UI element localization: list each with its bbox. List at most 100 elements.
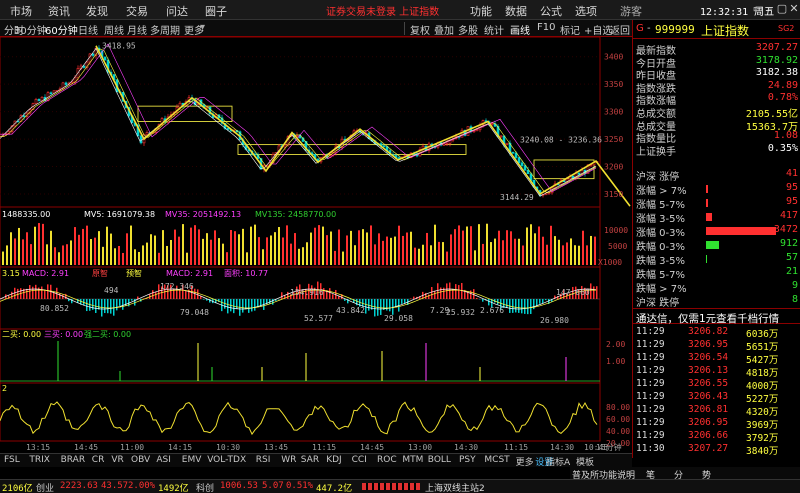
tick-price: 3206.95 [688, 339, 729, 350]
indicator-tab[interactable]: OBV [131, 455, 150, 465]
tab-monthly[interactable]: 月线 [127, 22, 147, 37]
breadth-row[interactable]: 跌幅 > 7% 9 [636, 280, 798, 295]
indicator-tab[interactable]: CCI [352, 455, 367, 465]
indicator-tab[interactable]: CR [92, 455, 105, 465]
volume-bar [546, 244, 548, 265]
breadth-row[interactable]: 跌幅 0-3% 912 [636, 238, 798, 253]
indicator-tab[interactable]: FSL [4, 455, 20, 465]
indicator-tab[interactable]: MTM [402, 455, 423, 465]
breadth-value: 3472 [773, 224, 798, 235]
breadth-row[interactable]: 涨幅 3-5% 417 [636, 210, 798, 225]
time-axis-label: 13:00 [408, 443, 432, 452]
indicator-tab[interactable]: RSI [256, 455, 271, 465]
back-button[interactable]: 返回 [610, 22, 630, 37]
candle-body [544, 193, 548, 196]
price-axis-label: 3150 [604, 190, 623, 199]
window-close-icon[interactable]: ✕ [788, 2, 800, 16]
menu-discover[interactable]: 发现 [86, 3, 108, 19]
adjust-button[interactable]: 复权 [410, 22, 430, 37]
status-amount-1: 2106亿 [2, 484, 33, 493]
volume-bar [470, 226, 472, 265]
tab-daily[interactable]: 日线 [78, 22, 98, 37]
tab-60min[interactable]: 60分钟 [45, 22, 78, 37]
mark-button[interactable]: 标记 [560, 22, 580, 37]
breadth-row[interactable]: 沪深 跌停 8 [636, 294, 798, 309]
menu-circle[interactable]: 圈子 [205, 3, 227, 19]
indicator-tab[interactable]: VOL-TDX [207, 455, 246, 465]
breadth-row[interactable]: 跌幅 5-7% 21 [636, 266, 798, 281]
breadth-value: 95 [785, 196, 798, 207]
indicator-tab[interactable]: EMV [182, 455, 202, 465]
candle-body [517, 157, 521, 164]
price-axis-label: 3300 [604, 108, 623, 117]
indicator-tab[interactable]: MCST [484, 455, 509, 465]
time-axis-label: 10:30 [216, 443, 240, 452]
breadth-bar [706, 241, 719, 249]
macd-bar [527, 299, 529, 315]
menu-function[interactable]: 功能 [470, 3, 492, 19]
indicator-tab[interactable]: 更多 [516, 455, 534, 468]
breadth-row[interactable]: 沪深 涨停 41 [636, 168, 798, 183]
overlay-button[interactable]: 叠加 [434, 22, 454, 37]
breadth-row[interactable]: 涨幅 5-7% 95 [636, 196, 798, 211]
macd-bar [62, 294, 64, 299]
indicator-tab[interactable]: WR [281, 455, 296, 465]
draw-line-button[interactable]: 画线 [510, 22, 530, 37]
volume-bar [566, 242, 568, 265]
more-chevron-icon[interactable]: ▾ [200, 22, 205, 33]
indicator-tab[interactable]: ROC [377, 455, 397, 465]
promo-text[interactable]: 通达信，仅需1元查看千档行情 [636, 311, 779, 326]
server-name[interactable]: 上海双线主站2 [425, 481, 485, 493]
indicator-a-tab[interactable]: 指标A [546, 455, 570, 468]
menu-options[interactable]: 选项 [575, 3, 597, 19]
volume-bar [378, 233, 380, 265]
indicator-tab[interactable]: BOLL [428, 455, 451, 465]
indicator-tab[interactable]: VR [111, 455, 123, 465]
kline-chart[interactable]: 3400 3350 3300 3250 3200 3150 3418.95 3144.29… [0, 37, 632, 453]
promo-banner[interactable]: 通达信，仅需1元查看千档行情 [633, 308, 800, 326]
time-axis-label: 11:00 [120, 443, 144, 452]
volume-bar [426, 232, 428, 265]
window-restore-icon[interactable]: ▭ [752, 2, 764, 16]
volume-bar [258, 237, 260, 265]
tick-row: 11:29 3206.55 4000万 [636, 378, 798, 392]
add-watchlist-button[interactable]: +自选 [584, 22, 612, 37]
volume-bar [498, 230, 500, 265]
menu-data[interactable]: 数据 [505, 3, 527, 19]
f10-button[interactable]: F10 [537, 22, 555, 33]
indicator-tab[interactable]: PSY [459, 455, 476, 465]
tick-price: 3207.27 [688, 443, 729, 454]
tab-weekly[interactable]: 周线 [104, 22, 124, 37]
menu-formula[interactable]: 公式 [540, 3, 562, 19]
tick-vol: 6036万 [746, 329, 779, 340]
login-status-message[interactable]: 证券交易未登录 上证指数 [326, 3, 439, 18]
tick-vol: 5427万 [746, 355, 779, 366]
menu-trade[interactable]: 交易 [126, 3, 148, 19]
breadth-label: 跌幅 3-5% [636, 256, 686, 267]
tab-multi-period[interactable]: 多周期 [150, 22, 180, 37]
breadth-row[interactable]: 跌幅 3-5% 57 [636, 252, 798, 267]
user-guest[interactable]: 游客 [620, 3, 642, 19]
window-minimize-icon[interactable]: – [764, 2, 776, 16]
indicator-tab[interactable]: ASI [156, 455, 171, 465]
menu-news[interactable]: 资讯 [48, 3, 70, 19]
menu-ask[interactable]: 问达 [166, 3, 188, 19]
macd-value-label: 154.916 [290, 288, 324, 297]
indicator-tab[interactable]: BRAR [61, 455, 85, 465]
volume-bar [182, 224, 184, 265]
volume-bar [298, 248, 300, 265]
indicator-tab[interactable]: KDJ [326, 455, 342, 465]
indicator-tab[interactable]: SAR [301, 455, 319, 465]
volume-bar [530, 224, 532, 265]
macd-bar [506, 299, 508, 309]
menu-market[interactable]: 市场 [10, 3, 32, 19]
multi-stock-button[interactable]: 多股 [458, 22, 478, 37]
indicator-tab[interactable]: TRIX [29, 455, 50, 465]
volume-value: 1488335.00 [2, 210, 50, 219]
window-maximize-icon[interactable]: ▢ [776, 2, 788, 16]
statistics-button[interactable]: 统计 [484, 22, 504, 37]
breadth-row[interactable]: 涨幅 0-3% 3472 [636, 224, 798, 239]
volume-bar [146, 242, 148, 265]
tab-30min[interactable]: 30分钟 [14, 22, 47, 37]
breadth-row[interactable]: 涨幅 > 7% 95 [636, 182, 798, 197]
